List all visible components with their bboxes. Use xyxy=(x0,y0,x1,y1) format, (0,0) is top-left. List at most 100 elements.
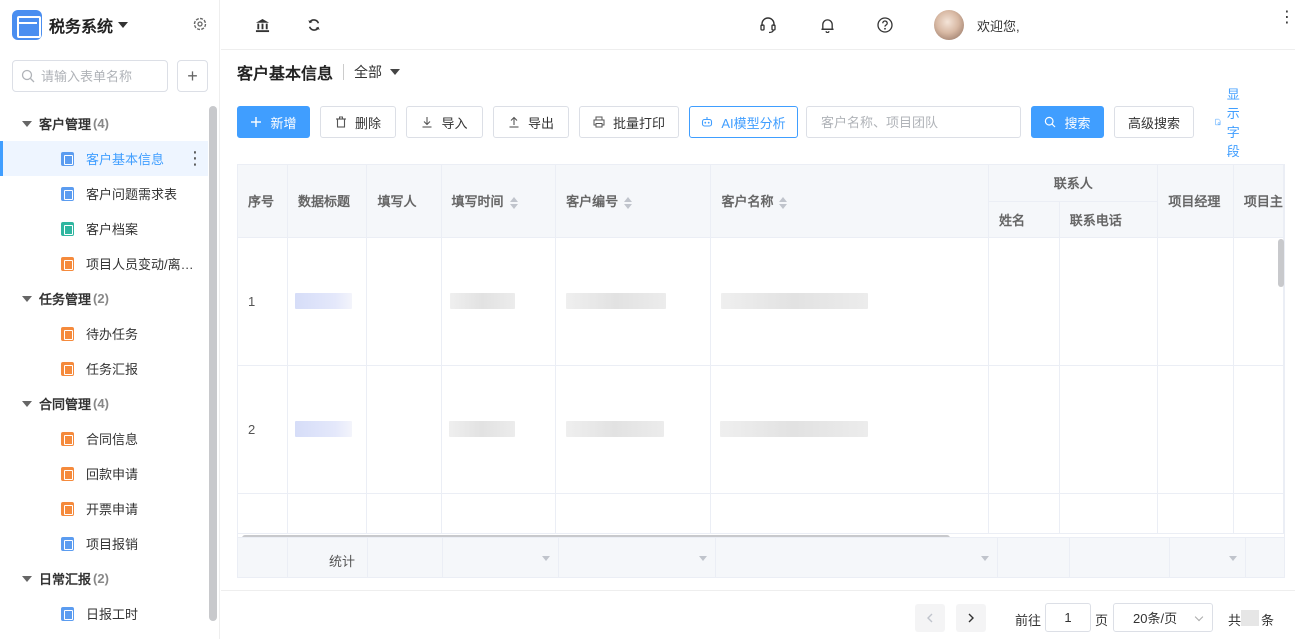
header-customer-name[interactable]: 客户名称 xyxy=(710,165,989,238)
download-icon xyxy=(422,117,432,128)
cell-customer-no xyxy=(555,365,712,494)
divider xyxy=(343,64,345,80)
summary-dropdown[interactable] xyxy=(716,538,998,577)
refresh-icon[interactable] xyxy=(304,15,324,35)
cell-empty xyxy=(441,493,557,534)
table-vertical-scrollbar[interactable] xyxy=(1278,239,1284,287)
form-search-box xyxy=(12,60,168,92)
cell-filler xyxy=(366,237,442,366)
export-button[interactable]: 导出 xyxy=(493,106,569,138)
sidebar-item-daily-hours[interactable]: 日报工时 xyxy=(0,596,208,631)
sidebar-item-invoice-request[interactable]: 开票申请 xyxy=(0,491,208,526)
more-vertical-icon[interactable]: ⋮ xyxy=(186,149,204,167)
caret-down-icon xyxy=(22,120,32,127)
sidebar-item-customer-requirements[interactable]: 客户问题需求表 xyxy=(0,176,208,211)
next-page-button[interactable] xyxy=(956,604,986,632)
group-customer-management[interactable]: 客户管理 (4) xyxy=(0,106,208,141)
sort-icon[interactable] xyxy=(509,196,518,209)
caret-down-icon xyxy=(22,575,32,582)
search-button[interactable]: 搜索 xyxy=(1031,106,1104,138)
more-vertical-icon[interactable]: ⋮ xyxy=(1279,10,1295,26)
page-size-select[interactable]: 20条/页 xyxy=(1113,603,1213,632)
group-label: 合同管理 xyxy=(39,397,92,412)
search-icon xyxy=(1045,116,1056,128)
cell-data-title xyxy=(287,237,368,366)
group-contract-management[interactable]: 合同管理 (4) xyxy=(0,386,208,421)
headset-icon[interactable] xyxy=(758,15,778,35)
sort-icon[interactable] xyxy=(624,196,633,209)
header-filler: 填写人 xyxy=(366,165,442,238)
sidebar-item-label: 任务汇报 xyxy=(86,362,139,377)
cell-customer-no xyxy=(555,237,712,366)
form-icon xyxy=(61,326,74,341)
help-icon[interactable] xyxy=(875,15,895,35)
sidebar-item-customer-basic-info[interactable]: 客户基本信息 ⋮ xyxy=(0,141,208,176)
form-icon xyxy=(61,221,74,236)
sidebar-item-label: 合同信息 xyxy=(86,432,139,447)
form-icon xyxy=(61,186,74,201)
scope-dropdown[interactable]: 全部 xyxy=(354,62,382,82)
table-row[interactable]: 1 xyxy=(238,237,1284,366)
summary-label: 统计 xyxy=(329,554,356,569)
export-label: 导出 xyxy=(527,115,554,131)
sidebar-item-contract-info[interactable]: 合同信息 xyxy=(0,421,208,456)
app-switcher[interactable]: 税务系统 xyxy=(12,10,129,40)
sidebar-item-project-reimbursement[interactable]: 项目报销 xyxy=(0,526,208,561)
topbar: 欢迎您, ⋮ xyxy=(221,0,1295,50)
summary-cell xyxy=(1070,538,1170,577)
sidebar-scrollbar[interactable] xyxy=(209,106,217,621)
prev-page-button[interactable] xyxy=(915,604,945,632)
redacted-value xyxy=(720,421,869,438)
bell-icon[interactable] xyxy=(817,15,837,35)
group-daily-report[interactable]: 日常汇报 (2) xyxy=(0,561,208,596)
form-icon xyxy=(61,501,74,516)
sidebar-item-task-report[interactable]: 任务汇报 xyxy=(0,351,208,386)
chevron-down-icon xyxy=(118,22,129,28)
sidebar-item-label: 客户问题需求表 xyxy=(86,187,178,202)
summary-cell: 统计 xyxy=(288,538,368,577)
add-form-button[interactable]: + xyxy=(177,60,208,92)
customer-search-input[interactable] xyxy=(806,106,1021,138)
ai-analysis-button[interactable]: AI模型分析 xyxy=(689,106,798,138)
sidebar-item-staff-change[interactable]: 项目人员变动/离… xyxy=(0,246,208,281)
header-customer-no[interactable]: 客户编号 xyxy=(555,165,712,238)
sidebar-item-payment-request[interactable]: 回款申请 xyxy=(0,456,208,491)
cell-index: 1 xyxy=(238,237,288,366)
delete-button[interactable]: 删除 xyxy=(320,106,396,138)
add-button[interactable]: 新增 xyxy=(237,106,310,138)
summary-cell xyxy=(998,538,1070,577)
batch-print-button[interactable]: 批量打印 xyxy=(579,106,679,138)
gear-icon[interactable] xyxy=(192,16,208,32)
chevron-down-icon[interactable] xyxy=(390,69,401,75)
summary-dropdown[interactable] xyxy=(443,538,559,577)
page-unit-label: 页 xyxy=(1095,613,1109,628)
show-fields-button[interactable]: 显示字段 xyxy=(1215,87,1248,159)
bank-icon[interactable] xyxy=(252,15,272,35)
cell-contact-phone xyxy=(1059,365,1159,494)
table-row[interactable]: 2 xyxy=(238,365,1284,494)
redacted-value xyxy=(295,293,352,310)
sort-icon[interactable] xyxy=(779,196,788,209)
import-button[interactable]: 导入 xyxy=(406,106,483,138)
cell-customer-name xyxy=(710,365,989,494)
group-task-management[interactable]: 任务管理 (2) xyxy=(0,281,208,316)
header-contact-group: 联系人 xyxy=(988,165,1159,202)
printer-icon xyxy=(593,116,605,128)
sidebar-item-customer-archive[interactable]: 客户档案 xyxy=(0,211,208,246)
advanced-search-button[interactable]: 高级搜索 xyxy=(1114,106,1194,138)
page-number-input[interactable] xyxy=(1045,603,1091,632)
form-search-input[interactable] xyxy=(41,68,161,84)
ai-analysis-label: AI模型分析 xyxy=(721,115,786,131)
avatar[interactable] xyxy=(934,10,964,40)
cell-empty xyxy=(1233,493,1284,534)
header-fill-time[interactable]: 填写时间 xyxy=(441,165,557,238)
app-logo xyxy=(12,10,42,40)
summary-dropdown[interactable] xyxy=(1170,538,1246,577)
summary-dropdown[interactable] xyxy=(559,538,716,577)
group-label: 客户管理 xyxy=(39,117,92,132)
header-project-manager: 项目经理 xyxy=(1157,165,1234,238)
cell-contact-phone xyxy=(1059,237,1159,366)
sidebar-item-label: 待办任务 xyxy=(86,327,139,342)
sidebar-item-todo-tasks[interactable]: 待办任务 xyxy=(0,316,208,351)
summary-cell xyxy=(238,538,288,577)
